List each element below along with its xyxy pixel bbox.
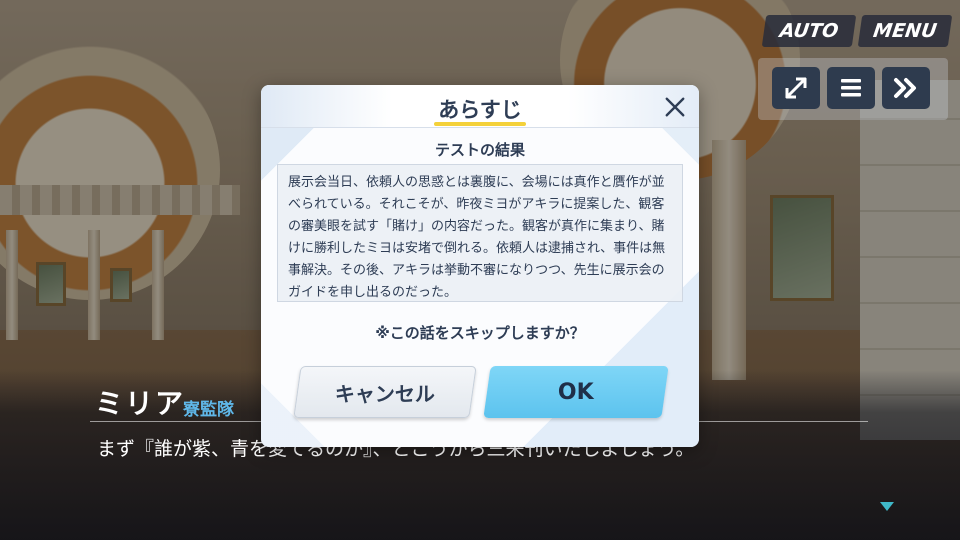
log-button[interactable] [827, 67, 875, 109]
episode-subtitle: テストの結果 [434, 141, 525, 159]
ok-button-label: OK [558, 379, 594, 405]
menu-button[interactable]: MENU [857, 15, 953, 47]
skip-dialog: あらすじ テストの結果 展示会当日、依頼人の思惑とは裏腹に、会場には真作と贋作が… [261, 85, 699, 447]
menu-button-label: MENU [871, 20, 939, 42]
modal-divider [261, 127, 699, 128]
log-icon [841, 79, 861, 97]
fullscreen-icon [785, 77, 807, 99]
auto-button[interactable]: AUTO [761, 15, 857, 47]
synopsis-text: 展示会当日、依頼人の思惑とは裏腹に、会場には真作と贋作が並べられている。それこそ… [277, 164, 683, 302]
speaker-affiliation: 寮監隊 [183, 400, 234, 420]
fullscreen-button[interactable] [772, 67, 820, 109]
fast-forward-button[interactable] [882, 67, 930, 109]
close-button[interactable] [661, 93, 689, 121]
title-underline [434, 122, 526, 126]
speaker-name: ミリア [95, 387, 186, 420]
fast-forward-icon [894, 78, 916, 98]
next-arrow-icon [880, 502, 894, 511]
cancel-button[interactable]: キャンセル [293, 366, 477, 418]
close-icon [665, 97, 685, 117]
auto-button-label: AUTO [778, 20, 840, 42]
cancel-button-label: キャンセル [335, 381, 435, 406]
ok-button[interactable]: OK [483, 366, 669, 418]
skip-question: ※この話をスキップしますか？ [375, 324, 585, 342]
modal-title: あらすじ [438, 98, 522, 122]
